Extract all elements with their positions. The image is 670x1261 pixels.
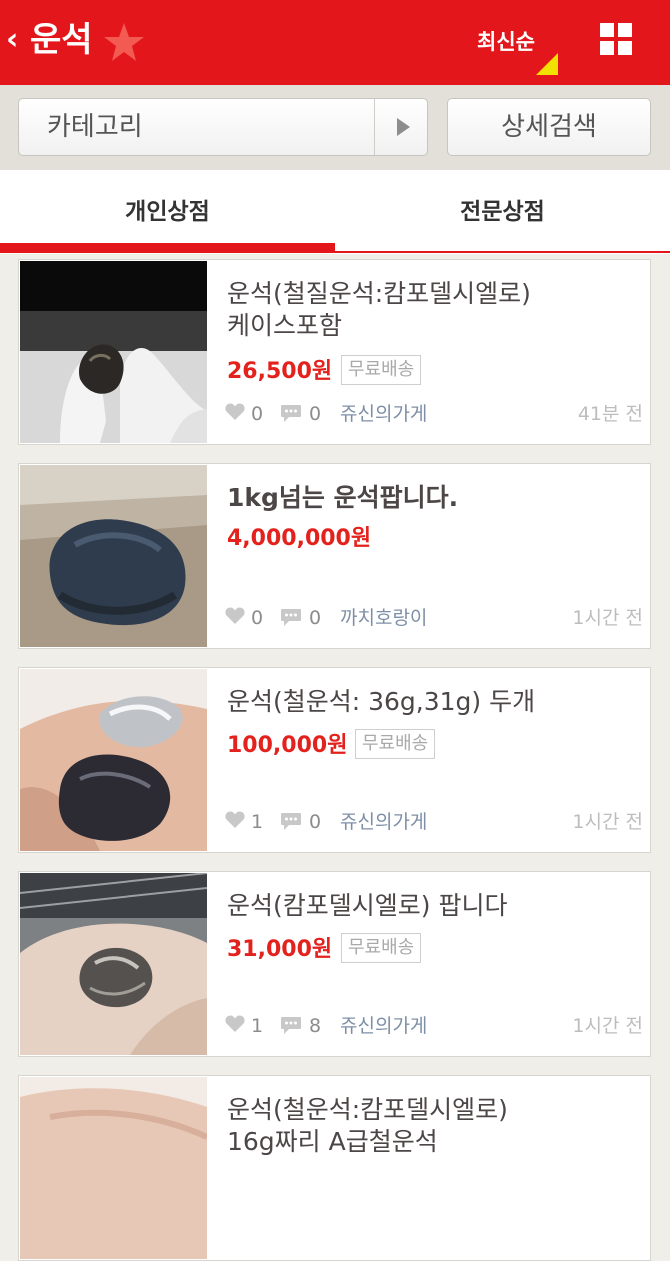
detail-search-button[interactable]: 상세검색 [447,98,651,156]
shop-name-link[interactable]: 까치호랑이 [340,603,427,633]
item-title-line-2: 16g짜리 A급철운석 [227,1127,438,1156]
category-select[interactable]: 카테고리 [18,98,428,156]
item-title: 운석(철운석: 36g,31g) 두개 [227,686,637,718]
list-item[interactable]: 운석(캄포델시엘로) 팝니다 31,000원 무료배송 1 8 쥬신의가게 1시… [18,871,651,1057]
sort-dropdown-indicator-icon[interactable] [536,53,558,75]
item-title-line-1: 운석(철운석:캄포델시엘로) [227,1095,508,1124]
product-thumbnail [20,465,207,647]
comment-icon [280,608,302,632]
list-item[interactable]: 운석(철운석:캄포델시엘로) 16g짜리 A급철운석 [18,1075,651,1261]
posted-time: 41분 전 [577,403,643,425]
tab-professional-store[interactable]: 전문상점 [335,170,670,254]
item-title-line-2: 케이스포함 [227,311,343,340]
posted-time: 1시간 전 [572,811,643,833]
free-shipping-badge: 무료배송 [355,729,436,759]
item-price: 100,000원 [227,733,348,758]
category-divider [374,99,375,155]
item-meta: 0 0 까치호랑이 1시간 전 [225,603,643,633]
tab-divider [0,251,670,253]
free-shipping-badge: 무료배송 [341,355,422,385]
item-title-line-1: 운석(캄포델시엘로) 팝니다 [227,891,508,920]
heart-icon [225,811,245,833]
product-thumbnail [20,873,207,1055]
item-meta: 0 0 쥬신의가게 41분 전 [225,399,643,429]
comment-icon [280,812,302,836]
product-thumbnail [20,669,207,851]
item-price: 26,500원 [227,359,333,384]
item-title-line-1: 운석(철질운석:캄포델시엘로) [227,279,531,308]
shop-name-link[interactable]: 쥬신의가게 [340,399,427,429]
item-price: 31,000원 [227,937,333,962]
category-label: 카테고리 [47,112,143,142]
comment-count: 0 [309,403,322,425]
product-thumbnail [20,1077,207,1259]
heart-icon [225,1015,245,1037]
back-icon[interactable]: ‹ [6,20,18,60]
comment-icon [280,1016,302,1040]
heart-icon [225,403,245,425]
list-item[interactable]: 운석(철질운석:캄포델시엘로) 케이스포함 26,500원 무료배송 0 0 쥬… [18,259,651,445]
active-tab-indicator [0,243,335,251]
free-shipping-badge: 무료배송 [341,933,422,963]
store-tabs: 개인상점 전문상점 [0,170,670,254]
shop-name-link[interactable]: 쥬신의가게 [340,807,427,837]
play-arrow-icon[interactable] [397,118,410,136]
item-title-line-1: 운석(철운석: 36g,31g) 두개 [227,687,536,716]
posted-time: 1시간 전 [572,1015,643,1037]
tab-personal-store[interactable]: 개인상점 [0,170,335,254]
item-meta: 1 0 쥬신의가게 1시간 전 [225,807,643,837]
comment-count: 0 [309,811,322,833]
heart-icon [225,607,245,629]
page-title: 운석 [30,20,93,60]
comment-count: 0 [309,607,322,629]
item-title: 1kg넘는 운석팝니다. [227,482,637,514]
favorite-star-icon[interactable] [103,22,145,66]
list-item[interactable]: 1kg넘는 운석팝니다. 4,000,000원 0 0 까치호랑이 1시간 전 [18,463,651,649]
posted-time: 1시간 전 [572,607,643,629]
like-count: 1 [251,1015,264,1037]
app-header: ‹ 운석 최신순 [0,0,670,85]
search-bar: 카테고리 상세검색 [0,85,670,170]
comment-icon [280,404,302,428]
item-title: 운석(철질운석:캄포델시엘로) 케이스포함 [227,278,637,342]
item-price: 4,000,000원 [227,526,372,551]
comment-count: 8 [309,1015,322,1037]
like-count: 0 [251,607,264,629]
list-item[interactable]: 운석(철운석: 36g,31g) 두개 100,000원 무료배송 1 0 쥬신… [18,667,651,853]
item-title-line-1: 1kg넘는 운석팝니다. [227,483,459,512]
item-title: 운석(철운석:캄포델시엘로) 16g짜리 A급철운석 [227,1094,637,1158]
product-thumbnail [20,261,207,443]
like-count: 1 [251,811,264,833]
item-meta: 1 8 쥬신의가게 1시간 전 [225,1011,643,1041]
item-title: 운석(캄포델시엘로) 팝니다 [227,890,637,922]
shop-name-link[interactable]: 쥬신의가게 [340,1011,427,1041]
like-count: 0 [251,403,264,425]
sort-dropdown-label[interactable]: 최신순 [477,27,535,57]
